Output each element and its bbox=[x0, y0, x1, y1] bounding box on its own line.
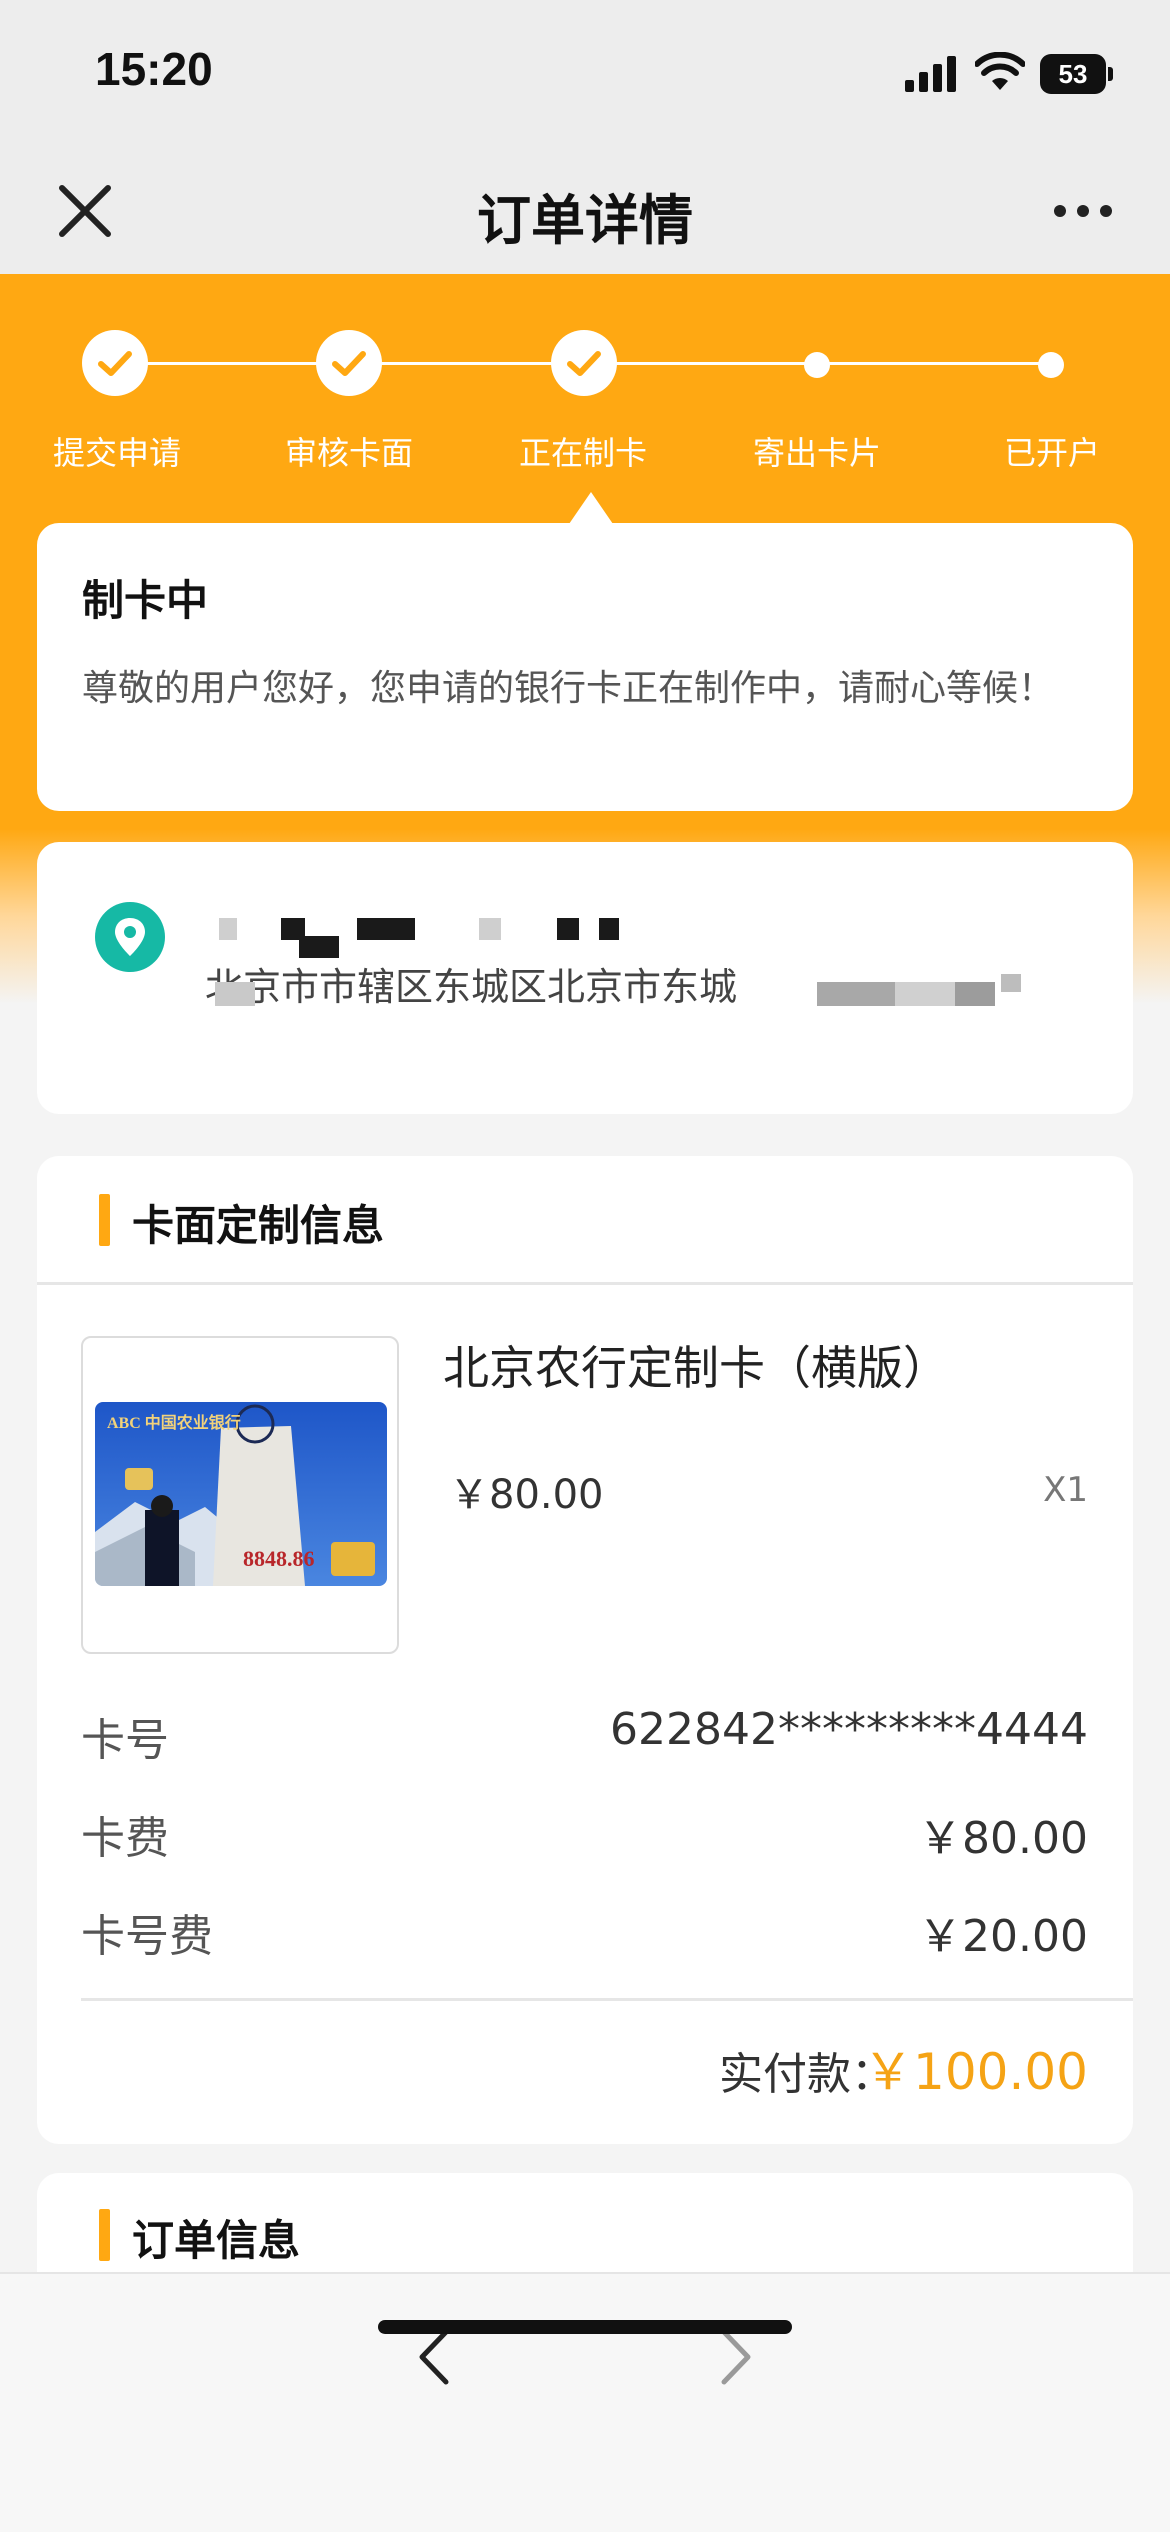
section-divider bbox=[37, 1282, 1133, 1285]
status-bar: 15:20 53 bbox=[0, 0, 1170, 148]
home-indicator[interactable] bbox=[378, 2320, 792, 2334]
more-icon[interactable] bbox=[1050, 188, 1116, 234]
card-customization-section: 卡面定制信息 ABC 中国农业银行 8848.86 北京农行定制卡（横版） ￥8… bbox=[37, 1156, 1133, 2144]
step-check-icon bbox=[316, 330, 382, 396]
card-number-value: 622842*********4444 bbox=[610, 1704, 1088, 1755]
nav-bar: 订单详情 bbox=[0, 148, 1170, 274]
step-check-icon bbox=[551, 330, 617, 396]
status-time: 15:20 bbox=[95, 43, 213, 95]
battery-icon: 53 bbox=[1040, 54, 1113, 94]
status-card: 制卡中 尊敬的用户您好，您申请的银行卡正在制作中，请耐心等候！ bbox=[37, 523, 1133, 811]
section-title: 卡面定制信息 bbox=[132, 1201, 385, 1250]
section-accent-bar bbox=[99, 1194, 110, 1246]
total-value: ￥100.00 bbox=[863, 2043, 1088, 2101]
step-dot bbox=[804, 352, 830, 378]
bank-logo-text: ABC 中国农业银行 bbox=[107, 1413, 241, 1432]
number-fee-label: 卡号费 bbox=[81, 1911, 213, 1962]
bottom-toolbar bbox=[0, 2272, 1170, 2532]
bank-card-image: ABC 中国农业银行 8848.86 bbox=[95, 1402, 387, 1586]
card-thumbnail[interactable]: ABC 中国农业银行 8848.86 bbox=[81, 1336, 399, 1654]
section-accent-bar bbox=[99, 2209, 110, 2261]
product-quantity: X1 bbox=[1043, 1470, 1088, 1510]
product-name: 北京农行定制卡（横版） bbox=[443, 1341, 949, 1395]
section-title: 订单信息 bbox=[132, 2216, 301, 2265]
step-dot bbox=[1038, 352, 1064, 378]
number-fee-value: ￥20.00 bbox=[918, 1911, 1088, 1962]
step-label: 已开户 bbox=[1003, 434, 1100, 472]
signal-icon bbox=[905, 56, 956, 92]
step-label: 正在制卡 bbox=[518, 434, 647, 472]
step-label: 提交申请 bbox=[52, 434, 181, 472]
product-price: ￥80.00 bbox=[449, 1472, 604, 1518]
status-title: 制卡中 bbox=[82, 576, 209, 625]
step-label: 审核卡面 bbox=[284, 434, 413, 472]
step-check-icon bbox=[82, 330, 148, 396]
location-pin-icon bbox=[95, 902, 165, 972]
address-text: 北京市市辖区东城区北京市东城 bbox=[205, 965, 738, 1009]
status-description: 尊敬的用户您好，您申请的银行卡正在制作中，请耐心等候！ bbox=[82, 668, 1055, 709]
step-label: 寄出卡片 bbox=[752, 434, 881, 472]
card-number-label: 卡号 bbox=[81, 1715, 169, 1766]
card-fee-label: 卡费 bbox=[81, 1813, 169, 1864]
total-divider bbox=[81, 1998, 1133, 2001]
address-card[interactable]: 北京市市辖区东城区北京市东城 bbox=[37, 842, 1133, 1114]
wifi-icon bbox=[975, 52, 1025, 90]
page-title: 订单详情 bbox=[477, 189, 693, 252]
status-pointer bbox=[569, 492, 613, 524]
card-number-text: 8848.86 bbox=[243, 1546, 315, 1571]
battery-level: 53 bbox=[1040, 54, 1106, 94]
card-fee-value: ￥80.00 bbox=[918, 1813, 1088, 1864]
